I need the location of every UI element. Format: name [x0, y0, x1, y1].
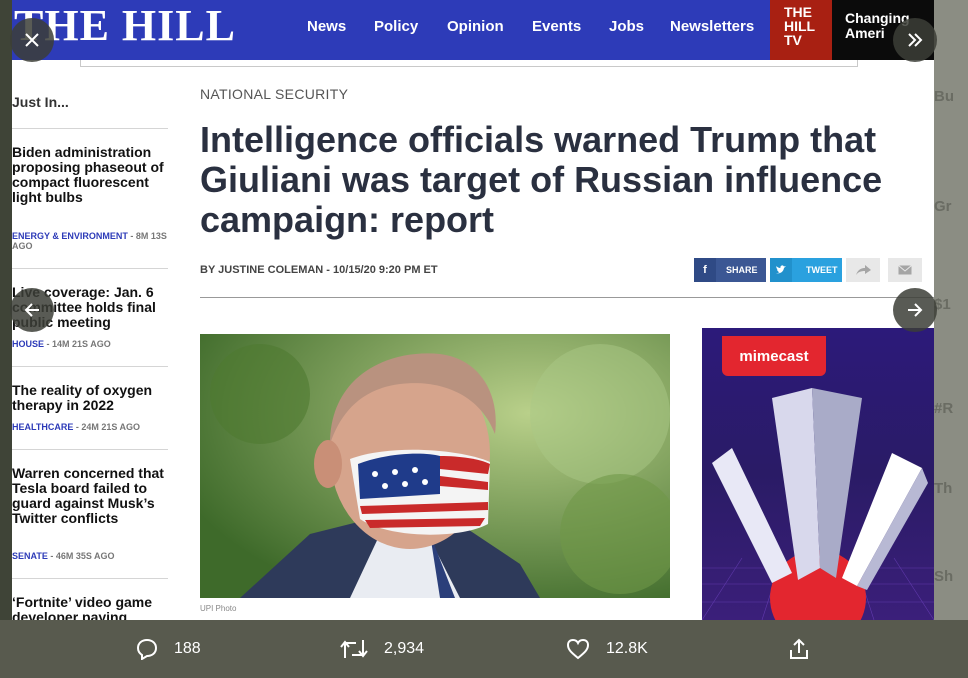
divider	[12, 578, 168, 579]
story-category[interactable]: HEALTHCARE	[12, 422, 73, 432]
photo-caption: UPI Photo	[200, 604, 237, 613]
retweet-button[interactable]: 2,934	[340, 638, 424, 660]
share-button[interactable]	[788, 638, 826, 660]
hill-tv-link[interactable]: THE HILL TV	[770, 0, 832, 60]
divider	[12, 449, 168, 450]
previous-image-button[interactable]	[10, 288, 54, 332]
reply-count: 188	[174, 640, 201, 657]
email-share-button[interactable]	[888, 258, 922, 282]
sidebar-story-title[interactable]: The reality of oxygen therapy in 2022	[12, 383, 168, 413]
hill-tv-line: THE	[784, 4, 812, 20]
close-button[interactable]	[10, 18, 54, 62]
twitter-icon	[770, 258, 792, 282]
nav-policy[interactable]: Policy	[374, 18, 418, 35]
forward-icon	[856, 265, 871, 275]
ad-brand-logo: mimecast	[722, 336, 826, 376]
story-category[interactable]: SENATE	[12, 551, 48, 561]
sidebar-story-title[interactable]: Biden administration proposing phaseout …	[12, 145, 168, 205]
sidebar-story-meta: SENATE - 46M 35S AGO	[12, 551, 115, 561]
next-image-button[interactable]	[893, 288, 937, 332]
nav-jobs[interactable]: Jobs	[609, 18, 644, 35]
arrow-right-icon	[908, 303, 923, 317]
sub-header-bar	[80, 60, 858, 67]
divider	[12, 366, 168, 367]
article-photo	[200, 334, 670, 598]
nav-events[interactable]: Events	[532, 18, 581, 35]
sidebar-story-title[interactable]: ‘Fortnite’ video game developer paying	[12, 595, 168, 621]
expand-button[interactable]	[893, 18, 937, 62]
nav-news[interactable]: News	[307, 18, 346, 35]
retweet-icon	[340, 640, 368, 658]
divider	[12, 128, 168, 129]
divider	[12, 268, 168, 269]
tweet-label: TWEET	[806, 265, 838, 275]
share-label: SHARE	[726, 265, 758, 275]
backdrop-left	[0, 0, 12, 678]
reply-icon	[136, 638, 158, 660]
article-headline: Intelligence officials warned Trump that…	[200, 119, 883, 240]
facebook-icon: f	[694, 258, 716, 282]
forward-share-button[interactable]	[846, 258, 880, 282]
hill-tv-line: HILL	[784, 18, 816, 34]
story-age: 14M 21S AGO	[52, 339, 111, 349]
sidebar-story-meta: ENERGY & ENVIRONMENT - 8M 13S AGO	[12, 231, 167, 251]
email-icon	[898, 265, 912, 275]
story-age: 24M 21S AGO	[81, 422, 141, 432]
tweet-action-bar: 188 2,934 12.8K	[0, 620, 968, 678]
nav-opinion[interactable]: Opinion	[447, 18, 504, 35]
story-category[interactable]: HOUSE	[12, 339, 44, 349]
sidebar-story-meta: HEALTHCARE - 24M 21S AGO	[12, 422, 141, 432]
like-icon	[566, 638, 590, 660]
just-in-heading: Just In...	[12, 94, 69, 110]
arrow-left-icon	[24, 303, 39, 317]
hill-tv-line: TV	[784, 32, 802, 48]
share-icon	[790, 638, 808, 659]
like-button[interactable]: 12.8K	[566, 638, 648, 660]
twitter-share-button[interactable]: TWEET	[770, 258, 842, 282]
expand-icon	[908, 33, 923, 47]
website-screenshot: THE HILL News Policy Opinion Events Jobs…	[12, 0, 934, 620]
article-section[interactable]: NATIONAL SECURITY	[200, 86, 348, 102]
nav-newsletters[interactable]: Newsletters	[670, 18, 754, 35]
site-header: THE HILL News Policy Opinion Events Jobs…	[12, 0, 934, 60]
story-category[interactable]: ENERGY & ENVIRONMENT	[12, 231, 128, 241]
sidebar-story-meta: HOUSE - 14M 21S AGO	[12, 339, 111, 349]
backdrop-right: Bu Gr $1 #R Th Sh	[934, 0, 968, 678]
mimecast-advertisement[interactable]: mimecast	[702, 328, 934, 620]
retweet-count: 2,934	[384, 640, 425, 657]
divider	[200, 297, 934, 298]
reply-button[interactable]: 188	[136, 638, 201, 660]
sidebar-story-title[interactable]: Warren concerned that Tesla board failed…	[12, 466, 168, 526]
close-icon	[25, 33, 39, 47]
facebook-share-button[interactable]: f SHARE	[694, 258, 766, 282]
article-byline: BY JUSTINE COLEMAN - 10/15/20 9:20 PM ET	[200, 264, 438, 276]
like-count: 12.8K	[606, 640, 648, 657]
story-age: 46M 35S AGO	[55, 551, 115, 561]
